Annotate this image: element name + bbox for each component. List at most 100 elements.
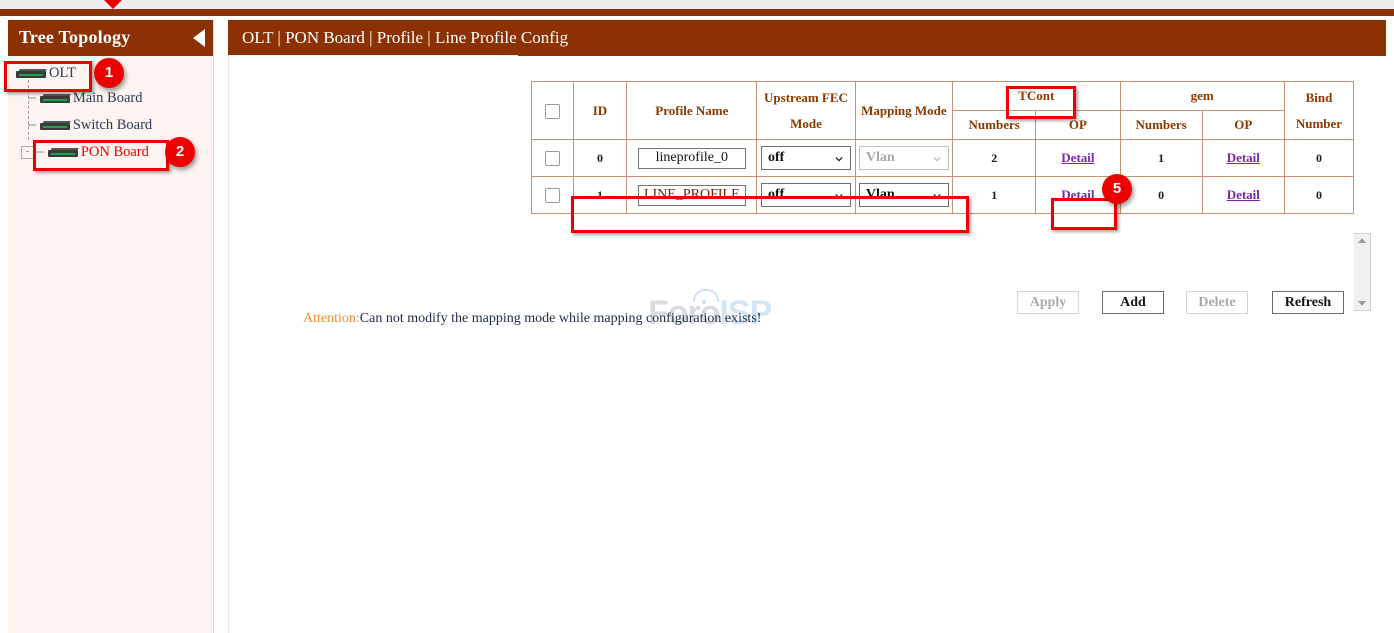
upstream-fec-mode-select[interactable]: off — [761, 183, 851, 207]
tree-node-label: Switch Board — [73, 115, 152, 135]
tree-branch-icon: ─ — [28, 91, 35, 106]
mapping-mode-value: Vlan — [866, 187, 895, 203]
table-row: 0 off Vlan — [532, 140, 1354, 177]
tree-branch-icon: ─ — [36, 145, 43, 160]
step-badge-2: 2 — [165, 137, 195, 167]
row-fec-mode-cell: off — [757, 177, 855, 214]
scroll-down-icon[interactable] — [1358, 301, 1366, 306]
attention-note: Attention:Can not modify the mapping mod… — [303, 311, 761, 327]
row-gem-numbers: 0 — [1120, 177, 1202, 214]
header-mapping-mode: Mapping Mode — [855, 82, 952, 140]
row-tcont-numbers: 2 — [953, 140, 1036, 177]
tree-node-label: OLT — [49, 63, 76, 83]
row-id: 1 — [573, 177, 627, 214]
header-tcont: TCont — [953, 82, 1120, 111]
mapping-mode-select[interactable]: Vlan — [859, 183, 949, 207]
tree-node-pon-board[interactable]: - ─ PON Board — [21, 142, 149, 162]
tcont-detail-link[interactable]: Detail — [1061, 150, 1094, 165]
tree-expander-icon[interactable]: - — [21, 146, 34, 159]
table-row: 1 off Vlan — [532, 177, 1354, 214]
row-select-cell — [532, 177, 574, 214]
attention-label: Attention: — [303, 311, 360, 326]
step-badge-1: 1 — [94, 58, 124, 88]
refresh-button[interactable]: Refresh — [1272, 291, 1344, 314]
tcont-detail-link[interactable]: Detail — [1061, 187, 1094, 202]
header-upstream-fec-mode: Upstream FEC Mode — [757, 82, 855, 140]
gem-detail-link[interactable]: Detail — [1227, 150, 1260, 165]
row-mapping-mode-cell: Vlan — [855, 177, 952, 214]
device-chassis-icon — [38, 120, 72, 131]
row-mapping-mode-cell: Vlan — [855, 140, 952, 177]
chevron-down-icon — [933, 192, 941, 200]
chevron-down-icon — [933, 155, 941, 163]
header-upstream-fec-line2: Mode — [757, 116, 854, 132]
device-chassis-icon — [14, 68, 48, 79]
header-tcont-numbers: Numbers — [953, 111, 1036, 140]
collapse-panel-icon[interactable] — [193, 29, 205, 47]
mapping-mode-value: Vlan — [866, 150, 895, 166]
row-gem-op-cell: Detail — [1202, 140, 1284, 177]
profile-name-input[interactable] — [638, 148, 746, 169]
header-bind-line1: Bind — [1285, 90, 1353, 106]
tree-topology-header: Tree Topology — [8, 20, 213, 56]
table-scrollbar[interactable] — [1354, 233, 1371, 311]
tree-topology-panel: Tree Topology OLT ─ Main Board ─ — [8, 20, 214, 633]
select-all-checkbox[interactable] — [545, 104, 560, 119]
row-profile-name-cell — [627, 177, 757, 214]
header-id: ID — [573, 82, 627, 140]
tree-topology-title: Tree Topology — [19, 27, 130, 48]
upstream-fec-mode-select[interactable]: off — [761, 146, 851, 170]
delete-button[interactable]: Delete — [1186, 291, 1248, 314]
device-chassis-icon — [46, 147, 80, 158]
row-tcont-numbers: 1 — [953, 177, 1036, 214]
add-button[interactable]: Add — [1102, 291, 1164, 314]
row-checkbox[interactable] — [545, 151, 560, 166]
table-header-row-1: ID Profile Name Upstream FEC Mode Mappin… — [532, 82, 1354, 111]
tree-node-main-board[interactable]: ─ Main Board — [28, 88, 142, 108]
header-tcont-op: OP — [1036, 111, 1120, 140]
tree-node-label: PON Board — [81, 142, 149, 162]
row-profile-name-cell — [627, 140, 757, 177]
header-bind-number: Bind Number — [1284, 82, 1353, 140]
mapping-mode-select-disabled: Vlan — [859, 146, 949, 170]
row-fec-mode-cell: off — [757, 140, 855, 177]
row-bind-number: 0 — [1284, 140, 1353, 177]
row-bind-number: 0 — [1284, 177, 1353, 214]
step-badge-5: 5 — [1102, 174, 1132, 204]
upstream-fec-mode-value: off — [768, 187, 784, 203]
gem-detail-link[interactable]: Detail — [1227, 187, 1260, 202]
cursor-triangle-icon — [104, 0, 122, 9]
row-select-cell — [532, 140, 574, 177]
row-checkbox[interactable] — [545, 188, 560, 203]
header-profile-name: Profile Name — [627, 82, 757, 140]
header-upstream-fec-line1: Upstream FEC — [757, 90, 854, 106]
line-profile-table: ID Profile Name Upstream FEC Mode Mappin… — [531, 81, 1354, 214]
upstream-fec-mode-value: off — [768, 150, 784, 166]
header-bind-line2: Number — [1285, 116, 1353, 132]
apply-button[interactable]: Apply — [1017, 291, 1079, 314]
app-root: Tree Topology OLT ─ Main Board ─ — [0, 0, 1394, 633]
attention-message: Can not modify the mapping mode while ma… — [360, 311, 762, 326]
chevron-down-icon — [835, 155, 843, 163]
content-header: OLT | PON Board | Profile | Line Profile… — [228, 20, 1386, 56]
tree-node-label: Main Board — [73, 88, 143, 108]
row-tcont-op-cell: Detail — [1036, 140, 1120, 177]
header-gem: gem — [1120, 82, 1284, 111]
row-id: 0 — [573, 140, 627, 177]
tree-branch-icon: ─ — [28, 118, 35, 133]
tree-node-olt[interactable]: OLT — [14, 63, 76, 83]
scroll-up-icon[interactable] — [1358, 238, 1366, 243]
top-gray-strip — [0, 0, 1394, 9]
row-gem-op-cell: Detail — [1202, 177, 1284, 214]
row-gem-numbers: 1 — [1120, 140, 1202, 177]
content-body: ID Profile Name Upstream FEC Mode Mappin… — [228, 56, 1387, 633]
chevron-down-icon — [835, 192, 843, 200]
top-brand-bar — [0, 9, 1394, 16]
header-gem-op: OP — [1202, 111, 1284, 140]
profile-name-input[interactable] — [638, 185, 746, 206]
breadcrumb: OLT | PON Board | Profile | Line Profile… — [242, 28, 568, 48]
select-all-header — [532, 82, 574, 140]
device-chassis-icon — [38, 93, 72, 104]
header-gem-numbers: Numbers — [1120, 111, 1202, 140]
tree-node-switch-board[interactable]: ─ Switch Board — [28, 115, 152, 135]
